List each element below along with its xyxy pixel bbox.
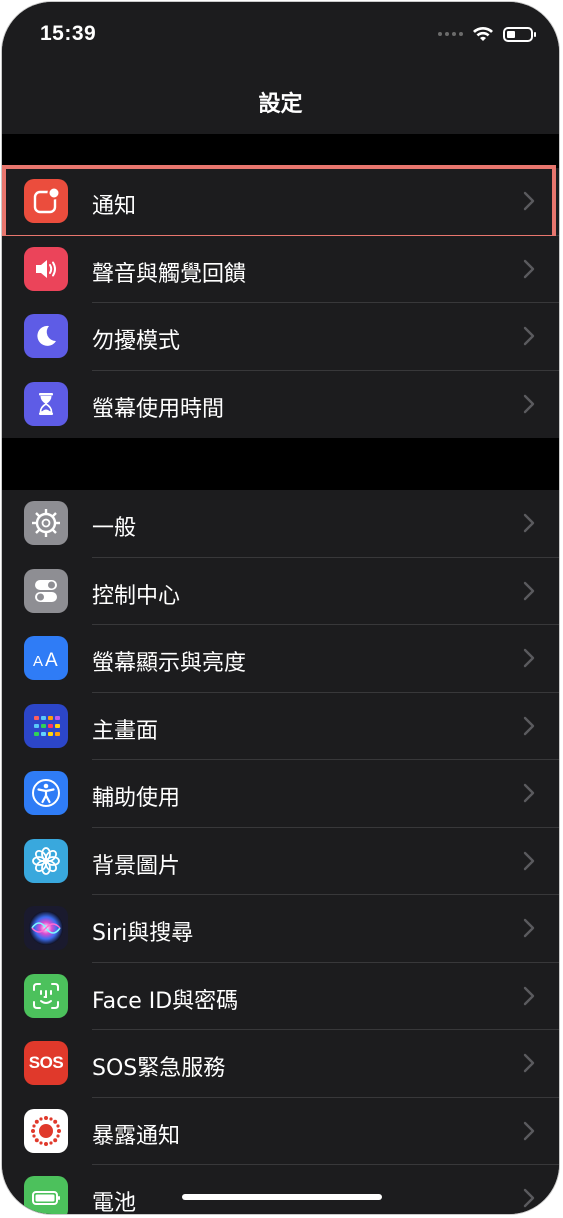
exposure-icon bbox=[24, 1108, 68, 1153]
section-spacer bbox=[2, 134, 559, 168]
flower-icon bbox=[24, 838, 68, 883]
text-size-icon: AA bbox=[24, 636, 68, 680]
chevron-right-icon bbox=[521, 1187, 537, 1209]
status-bar: 15:39 bbox=[2, 2, 559, 66]
phone-screen: 15:39 設定 通知聲音與觸覺回饋 勿擾模式螢幕使用時間 一般控制中心 A A 螢幕顯示… bbox=[2, 2, 559, 1214]
settings-row-face-id[interactable]: Face ID與密碼 bbox=[2, 962, 559, 1030]
battery-status-icon bbox=[503, 26, 536, 42]
svg-text:A: A bbox=[33, 653, 43, 670]
settings-row-label: 聲音與觸覺回饋 bbox=[92, 261, 247, 287]
settings-row-label: 暴露通知 bbox=[92, 1123, 181, 1149]
settings-row-accessibility[interactable]: 輔助使用 bbox=[2, 760, 559, 828]
settings-row-screen-time[interactable]: 螢幕使用時間 bbox=[2, 370, 559, 438]
settings-list: 通知聲音與觸覺回饋 勿擾模式螢幕使用時間 一般控制中心 A A 螢幕顯示與亮度 主畫面輔助使… bbox=[2, 134, 559, 1214]
sos-icon: SOS bbox=[24, 1041, 68, 1085]
hourglass-icon bbox=[24, 381, 68, 426]
chevron-right-icon bbox=[521, 325, 537, 347]
accessibility-icon bbox=[24, 771, 68, 815]
chevron-right-icon bbox=[521, 647, 537, 669]
speaker-icon bbox=[24, 246, 68, 291]
settings-row-battery[interactable]: 電池 bbox=[2, 1165, 559, 1214]
chevron-right-icon bbox=[521, 258, 537, 280]
sos-icon-text: SOS bbox=[28, 1053, 64, 1072]
settings-row-do-not-disturb[interactable]: 勿擾模式 bbox=[2, 303, 559, 371]
settings-row-label: 電池 bbox=[92, 1191, 137, 1214]
gear-icon bbox=[24, 501, 68, 545]
chevron-right-icon bbox=[521, 917, 537, 939]
settings-row-home-screen[interactable]: 主畫面 bbox=[2, 692, 559, 760]
chevron-right-icon bbox=[521, 782, 537, 804]
navigation-bar: 設定 bbox=[2, 66, 559, 134]
settings-row-label: 勿擾模式 bbox=[92, 329, 181, 354]
settings-row-general[interactable]: 一般 bbox=[2, 490, 559, 558]
chevron-right-icon bbox=[521, 850, 537, 872]
settings-row-label: 螢幕使用時間 bbox=[92, 396, 225, 422]
cellular-signal-icon bbox=[438, 32, 463, 36]
chevron-right-icon bbox=[521, 715, 537, 737]
face-id-icon bbox=[24, 973, 68, 1018]
chevron-right-icon bbox=[521, 580, 537, 602]
svg-text:A: A bbox=[45, 650, 58, 671]
settings-row-exposure[interactable]: 暴露通知 bbox=[2, 1097, 559, 1165]
chevron-right-icon bbox=[521, 1120, 537, 1142]
battery-level bbox=[507, 30, 515, 38]
settings-row-label: 控制中心 bbox=[92, 583, 181, 609]
settings-row-label: 通知 bbox=[92, 194, 137, 219]
page-title: 設定 bbox=[258, 92, 303, 117]
wifi-icon bbox=[473, 27, 493, 41]
section-spacer bbox=[2, 438, 559, 490]
settings-row-label: 主畫面 bbox=[92, 718, 159, 744]
settings-row-siri[interactable]: Siri與搜尋 bbox=[2, 895, 559, 963]
settings-row-label: SOS緊急服務 bbox=[92, 1056, 226, 1081]
toggles-icon bbox=[24, 568, 68, 613]
settings-row-sos[interactable]: SOS SOS緊急服務 bbox=[2, 1030, 559, 1098]
settings-row-label: Siri與搜尋 bbox=[92, 921, 194, 946]
status-time: 15:39 bbox=[40, 22, 97, 45]
settings-row-control-center[interactable]: 控制中心 bbox=[2, 557, 559, 625]
app-grid-icon bbox=[24, 703, 68, 748]
settings-row-sounds[interactable]: 聲音與觸覺回饋 bbox=[2, 235, 559, 303]
settings-row-label: Face ID與密碼 bbox=[92, 988, 239, 1014]
battery-icon bbox=[24, 1176, 68, 1214]
chevron-right-icon bbox=[521, 190, 537, 212]
home-indicator[interactable] bbox=[182, 1194, 382, 1200]
settings-row-label: 輔助使用 bbox=[92, 786, 181, 811]
settings-row-wallpaper[interactable]: 背景圖片 bbox=[2, 827, 559, 895]
notification-icon bbox=[24, 179, 68, 223]
chevron-right-icon bbox=[521, 1052, 537, 1074]
settings-row-display[interactable]: A A 螢幕顯示與亮度 bbox=[2, 625, 559, 693]
chevron-right-icon bbox=[521, 512, 537, 534]
settings-row-notifications[interactable]: 通知 bbox=[2, 165, 559, 238]
settings-row-label: 背景圖片 bbox=[92, 853, 181, 879]
status-icons bbox=[438, 26, 536, 42]
settings-row-label: 螢幕顯示與亮度 bbox=[92, 651, 247, 676]
siri-icon bbox=[24, 906, 68, 950]
chevron-right-icon bbox=[521, 393, 537, 415]
moon-icon bbox=[24, 314, 68, 358]
chevron-right-icon bbox=[521, 985, 537, 1007]
settings-row-label: 一般 bbox=[92, 516, 137, 541]
